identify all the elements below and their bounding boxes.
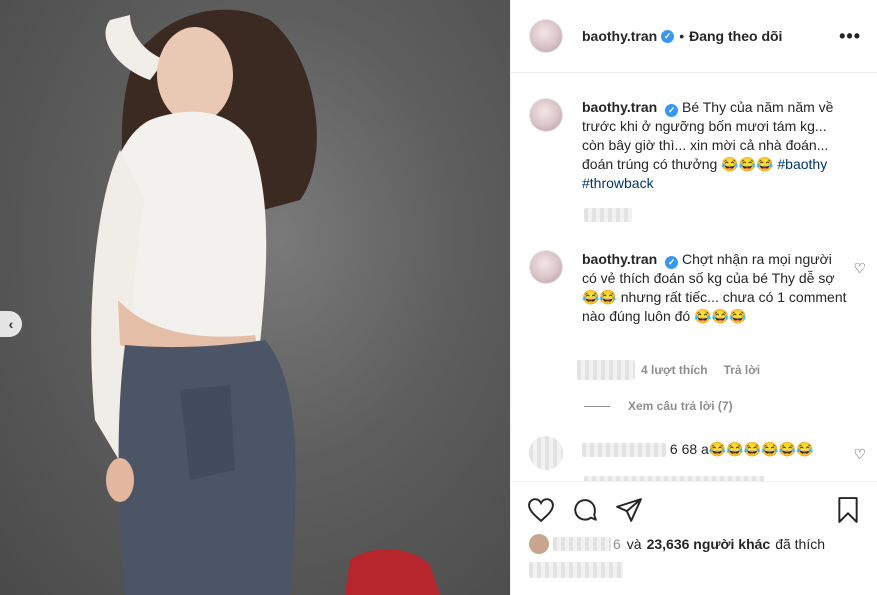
verified-badge-icon: ✓ xyxy=(665,256,679,269)
post-actions-section: 6 và 23,636 người khác đã thích xyxy=(511,481,877,595)
caption-text-block: baothy.tran ✓ Bé Thy của năm năm về trướ… xyxy=(582,98,850,193)
post-photo-image xyxy=(91,9,440,595)
share-icon[interactable] xyxy=(615,496,643,524)
comments-list[interactable]: baothy.tran ✓ Bé Thy của năm năm về trướ… xyxy=(511,74,877,481)
caption-meta xyxy=(584,208,632,227)
comment-text: 6 68 a😂😂😂😂😂😂 xyxy=(669,441,814,457)
post-details-panel: baothy.tran ✓ • Đang theo dõi ••• baothy… xyxy=(510,0,877,595)
follow-status-button[interactable]: Đang theo dõi xyxy=(689,28,782,44)
caption-username[interactable]: baothy.tran xyxy=(582,99,657,115)
comment-item: baothy.tran ✓ Chợt nhận ra mọi người có … xyxy=(529,250,869,326)
header-separator: • xyxy=(679,28,685,44)
view-replies-button[interactable]: Xem câu trả lời (7) xyxy=(584,399,733,413)
more-options-icon[interactable]: ••• xyxy=(839,26,861,47)
avatar[interactable] xyxy=(529,250,563,284)
post-date-blurred xyxy=(529,562,623,578)
caption: baothy.tran ✓ Bé Thy của năm năm về trướ… xyxy=(529,98,869,193)
post-date xyxy=(529,562,877,583)
view-replies-label: Xem câu trả lời (7) xyxy=(628,399,733,413)
divider xyxy=(584,405,610,407)
liked-by-summary[interactable]: 6 và 23,636 người khác đã thích xyxy=(511,524,877,554)
heart-icon[interactable] xyxy=(527,496,555,524)
post-header: baothy.tran ✓ • Đang theo dõi ••• xyxy=(511,0,877,73)
avatar[interactable] xyxy=(529,19,563,53)
verified-badge-icon: ✓ xyxy=(665,104,679,117)
avatar[interactable] xyxy=(529,436,563,470)
post-photo[interactable]: ‹ xyxy=(0,0,510,595)
comment-username[interactable]: baothy.tran xyxy=(582,251,657,267)
comment-item: 6 68 a😂😂😂😂😂😂 xyxy=(529,436,869,470)
comment-icon[interactable] xyxy=(571,496,599,524)
caption-meta-blurred xyxy=(584,208,632,222)
comment-likes-count[interactable]: 4 lượt thích xyxy=(641,363,708,377)
liked-by-and: và xyxy=(626,536,642,552)
comment-meta: 4 lượt thích Trả lời xyxy=(577,360,760,380)
avatar[interactable] xyxy=(529,98,563,132)
action-bar xyxy=(511,482,877,524)
hashtag-link[interactable]: #throwback xyxy=(582,175,654,191)
comment-like-heart-icon[interactable]: ♡ xyxy=(853,446,866,463)
comment-meta xyxy=(584,472,764,481)
liked-by-user-blurred[interactable] xyxy=(553,537,611,551)
header-username[interactable]: baothy.tran xyxy=(582,28,657,44)
comment-text-block: baothy.tran ✓ Chợt nhận ra mọi người có … xyxy=(582,250,850,326)
liked-by-suffix: đã thích xyxy=(775,536,826,552)
avatar xyxy=(529,534,549,554)
comment-username-blurred[interactable] xyxy=(582,443,666,458)
hashtag-link[interactable]: #baothy xyxy=(777,156,827,172)
liked-by-others[interactable]: 23,636 người khác xyxy=(647,536,771,552)
liked-by-prefix: 6 xyxy=(613,536,621,552)
comment-time-blurred xyxy=(577,360,635,380)
bookmark-icon[interactable] xyxy=(834,496,862,524)
comment-like-heart-icon[interactable]: ♡ xyxy=(853,260,866,277)
reply-button[interactable]: Trả lời xyxy=(724,363,761,377)
verified-badge-icon: ✓ xyxy=(661,29,675,43)
comment-text-block: 6 68 a😂😂😂😂😂😂 xyxy=(582,436,850,470)
